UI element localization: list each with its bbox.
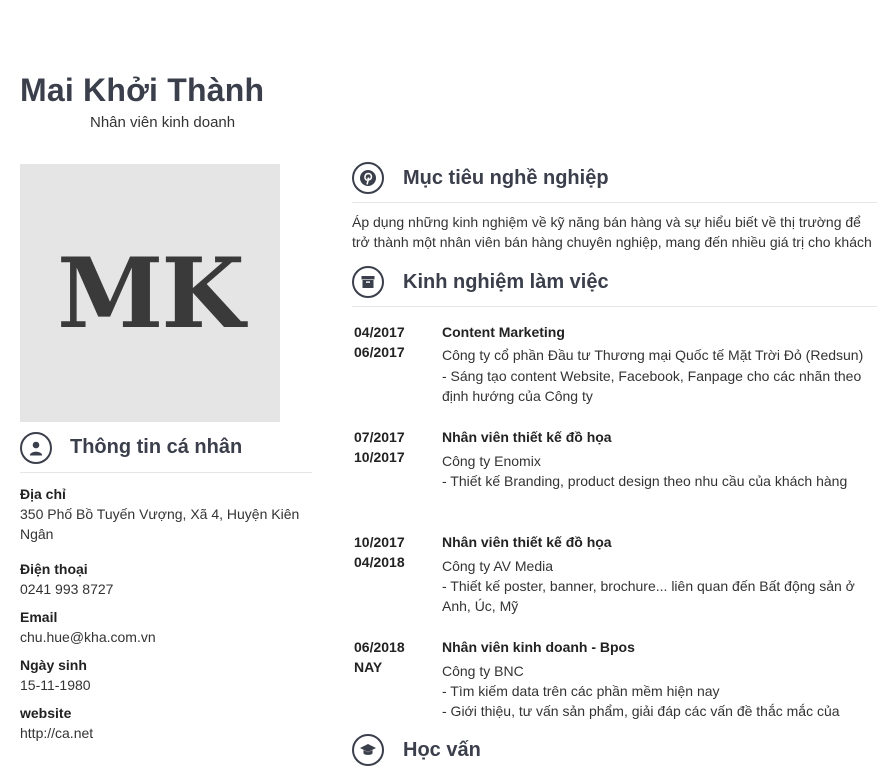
candidate-job-title: Nhân viên kinh doanh [90, 114, 236, 131]
job-description: - Sáng tạo content Website, Facebook, Fa… [442, 368, 862, 404]
avatar: MK [20, 164, 280, 422]
email-label: Email [20, 609, 58, 625]
job-company: Công ty AV Media [442, 558, 554, 574]
birthdate-label: Ngày sinh [20, 657, 87, 673]
avatar-initials: MK [57, 236, 245, 350]
section-divider [352, 306, 877, 307]
job-end-date: NAY [354, 659, 383, 675]
phone-label: Điện thoại [20, 561, 88, 577]
job-start-date: 07/2017 [354, 429, 405, 445]
candidate-name: Mai Khởi Thành [20, 72, 265, 108]
experience-heading: Kinh nghiệm làm việc [403, 271, 609, 293]
job-position: Content Marketing [442, 324, 565, 340]
phone-value: 0241 993 8727 [20, 581, 114, 597]
education-heading: Học vấn [403, 739, 481, 761]
job-start-date: 04/2017 [354, 324, 405, 340]
job-company: Công ty BNC [442, 663, 524, 679]
job-end-date: 04/2018 [354, 554, 405, 570]
job-position: Nhân viên thiết kế đồ họa [442, 429, 612, 445]
email-value: chu.hue@kha.com.vn [20, 629, 156, 645]
archive-box-icon [352, 266, 384, 298]
section-divider [20, 472, 312, 473]
user-icon [20, 432, 52, 464]
website-label: website [20, 705, 72, 721]
address-value: 350 Phố Bồ Tuyến Vượng, Xã 4, Huyện Kiên… [20, 506, 300, 542]
job-description: - Tìm kiếm data trên các phần mềm hiện n… [442, 683, 840, 719]
job-company: Công ty Enomix [442, 453, 541, 469]
graduation-cap-icon [352, 734, 384, 766]
job-position: Nhân viên thiết kế đồ họa [442, 534, 612, 550]
job-company: Công ty cổ phần Đầu tư Thương mại Quốc t… [442, 347, 864, 363]
job-end-date: 10/2017 [354, 449, 405, 465]
personal-info-heading: Thông tin cá nhân [70, 436, 243, 458]
pinterest-icon [352, 162, 384, 194]
objective-heading: Mục tiêu nghề nghiệp [403, 167, 609, 189]
birthdate-value: 15-11-1980 [20, 677, 91, 693]
website-value[interactable]: http://ca.net [20, 723, 310, 743]
job-description: - Thiết kế Branding, product design theo… [442, 473, 848, 489]
objective-text: Áp dụng những kinh nghiệm về kỹ năng bán… [352, 214, 872, 250]
job-start-date: 10/2017 [354, 534, 405, 550]
job-end-date: 06/2017 [354, 344, 405, 360]
section-divider [352, 202, 877, 203]
job-start-date: 06/2018 [354, 639, 405, 655]
address-label: Địa chỉ [20, 486, 66, 502]
job-position: Nhân viên kinh doanh - Bpos [442, 639, 635, 655]
job-description: - Thiết kế poster, banner, brochure... l… [442, 578, 855, 614]
